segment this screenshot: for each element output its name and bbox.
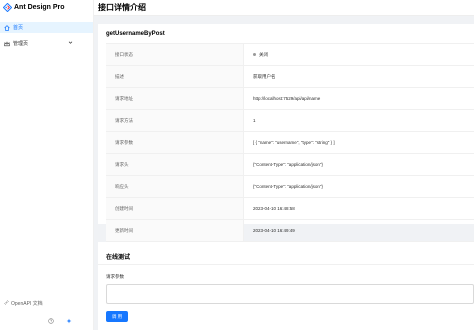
row-label: 描述 [106, 66, 244, 87]
link-icon [4, 300, 9, 307]
row-label: 响应头 [106, 176, 244, 197]
app-title: Ant Design Pro [14, 3, 65, 11]
page-title: 接口详情介绍 [98, 3, 146, 12]
row-label: 更新时间 [106, 220, 244, 241]
table-row: 请求头 {"Content-Type": "application/json"} [106, 154, 474, 176]
row-label: 创建时间 [106, 198, 244, 219]
sparkle-icon[interactable] [66, 318, 72, 326]
row-label: 请求地址 [106, 88, 244, 109]
row-value: {"Content-Type": "application/json"} [253, 184, 323, 189]
row-label: 请求头 [106, 154, 244, 175]
sidebar-bottom-actions [48, 318, 72, 326]
row-value: {"Content-Type": "application/json"} [253, 162, 323, 167]
table-row: 描述 获取用户名 [106, 66, 474, 88]
row-value: 关闭 [244, 44, 474, 65]
row-value: 2023-04-10 16:49:49 [253, 228, 295, 233]
row-label: 接口状态 [106, 44, 244, 65]
row-value: 1 [253, 118, 256, 123]
online-test-title: 在线测试 [106, 255, 131, 261]
sidebar-item-label: 管理页 [13, 41, 29, 47]
interface-name: getUsernameByPost [106, 31, 165, 37]
online-test-card: 在线测试 请求参数 调 用 [98, 242, 474, 330]
crown-icon [4, 40, 10, 47]
page-header: 接口详情介绍 [94, 0, 474, 16]
table-row: 请求参数 [ { "name": "username", "type": "st… [106, 132, 474, 154]
table-row: 更新时间 2023-04-10 16:49:49 [106, 220, 474, 242]
status-dot [253, 53, 256, 56]
invoke-button[interactable]: 调 用 [106, 311, 128, 322]
table-row: 响应头 {"Content-Type": "application/json"} [106, 176, 474, 198]
table-row: 请求方法 1 [106, 110, 474, 132]
table-row: 创建时间 2023-04-10 16:48:58 [106, 198, 474, 220]
app-logo[interactable]: Ant Design Pro [3, 2, 65, 12]
sidebar-item-label: 首页 [13, 25, 24, 31]
table-row: 请求地址 http://localhost:7529/api/api/name [106, 88, 474, 110]
request-params-input[interactable] [106, 284, 474, 304]
interface-detail-card: getUsernameByPost 接口状态 关闭 描述 获取用户名 请求地址 … [98, 24, 474, 242]
row-value: http://localhost:7529/api/api/name [253, 96, 321, 101]
sidebar-item-home[interactable]: 首页 [0, 22, 93, 33]
sidebar: Ant Design Pro 首页 管理页 OpenAPI 文档 [0, 0, 94, 330]
chevron-down-icon [68, 40, 73, 47]
descriptions-table: 接口状态 关闭 描述 获取用户名 请求地址 http://localhost:7… [106, 43, 474, 242]
table-row: 接口状态 关闭 [106, 44, 474, 66]
row-label: 请求参数 [106, 132, 244, 153]
row-label: 请求方法 [106, 110, 244, 131]
row-value: [ { "name": "username", "type": "string"… [253, 140, 335, 145]
openapi-docs-label: OpenAPI 文档 [11, 301, 43, 307]
status-badge: 关闭 [259, 51, 268, 57]
request-params-label: 请求参数 [106, 274, 124, 279]
divider [98, 264, 474, 265]
question-icon[interactable] [48, 318, 54, 326]
sidebar-item-admin[interactable]: 管理页 [0, 38, 93, 49]
openapi-docs-link[interactable]: OpenAPI 文档 [4, 300, 43, 307]
row-value: 2023-04-10 16:48:58 [253, 206, 295, 211]
row-value: 获取用户名 [253, 73, 276, 79]
home-icon [4, 24, 10, 31]
ant-design-logo-icon [3, 2, 12, 12]
